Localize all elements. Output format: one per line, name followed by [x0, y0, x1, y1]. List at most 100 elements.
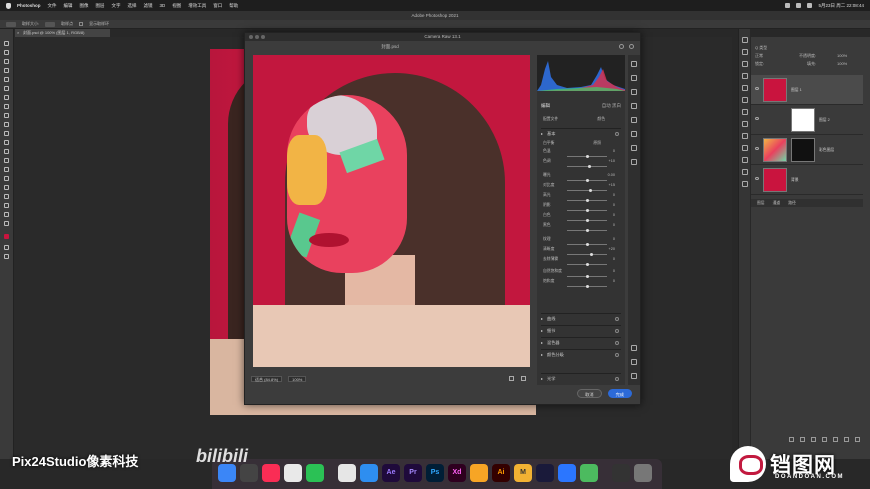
- opacity-value[interactable]: 100%: [837, 53, 847, 58]
- music-icon[interactable]: [262, 464, 280, 482]
- section-color-grading[interactable]: 颜色分级: [541, 349, 621, 360]
- menu-3d[interactable]: 3D: [160, 3, 166, 8]
- trash-icon[interactable]: [634, 464, 652, 482]
- fullscreen-icon[interactable]: [629, 44, 634, 49]
- eye-icon[interactable]: [615, 317, 619, 321]
- wechat-icon[interactable]: [306, 464, 324, 482]
- quick-mask-icon[interactable]: [3, 245, 10, 251]
- close-window-icon[interactable]: [249, 35, 253, 39]
- healing-tool-icon[interactable]: [3, 104, 10, 110]
- menu-edit[interactable]: 编辑: [64, 3, 73, 9]
- slider-knob[interactable]: [585, 262, 589, 266]
- zoom-tool-icon[interactable]: [3, 221, 10, 227]
- stamp-tool-icon[interactable]: [3, 122, 10, 128]
- dodge-tool-icon[interactable]: [3, 167, 10, 173]
- actions-panel-icon[interactable]: [742, 169, 748, 175]
- shape-tool-icon[interactable]: [3, 203, 10, 209]
- layer-row[interactable]: 图层 1: [751, 75, 863, 105]
- layer-row[interactable]: 图层 2: [751, 105, 863, 135]
- spot-removal-icon[interactable]: [631, 89, 637, 95]
- settings-gear-icon[interactable]: [619, 44, 624, 49]
- slider-value[interactable]: 0.00: [608, 173, 615, 177]
- eye-icon[interactable]: [615, 353, 619, 357]
- move-tool-icon[interactable]: [3, 41, 10, 47]
- zoom-fit-select[interactable]: 适合 (84.8%): [251, 376, 283, 382]
- blur-tool-icon[interactable]: [3, 158, 10, 164]
- before-after-icon[interactable]: [509, 376, 514, 381]
- menu-image[interactable]: 图像: [80, 3, 89, 9]
- trash-icon[interactable]: [855, 437, 860, 442]
- brush-panel-icon[interactable]: [742, 109, 748, 115]
- slider-knob[interactable]: [585, 198, 589, 202]
- slider-knob[interactable]: [585, 208, 589, 212]
- cursor-app-icon[interactable]: [580, 464, 598, 482]
- add-mask-icon[interactable]: [811, 437, 816, 442]
- eye-icon[interactable]: [615, 132, 619, 136]
- menu-help[interactable]: 帮助: [229, 3, 238, 9]
- zoom-percent-select[interactable]: 100%: [288, 376, 307, 382]
- eye-icon[interactable]: [755, 177, 759, 180]
- slider-value[interactable]: 0: [613, 237, 615, 241]
- layer-style-icon[interactable]: [800, 437, 805, 442]
- slider-track[interactable]: [567, 284, 607, 288]
- battery-icon[interactable]: [796, 3, 802, 8]
- section-detail[interactable]: 细节: [541, 325, 621, 336]
- marquee-tool-icon[interactable]: [3, 50, 10, 56]
- search-icon[interactable]: [807, 3, 813, 8]
- illustrator-icon[interactable]: Ai: [492, 464, 510, 482]
- slider-knob[interactable]: [585, 154, 589, 158]
- section-basic[interactable]: 基本: [541, 128, 621, 139]
- slider-value[interactable]: 0: [613, 149, 615, 153]
- quick-select-tool-icon[interactable]: [3, 68, 10, 74]
- profile-select[interactable]: 颜色: [597, 117, 605, 122]
- crop-tool-icon[interactable]: [3, 77, 10, 83]
- slider-knob[interactable]: [585, 242, 589, 246]
- eye-icon[interactable]: [615, 341, 619, 345]
- auto-button[interactable]: 自动: [602, 103, 611, 108]
- bw-button[interactable]: 黑白: [612, 103, 621, 108]
- menu-select[interactable]: 选择: [128, 3, 137, 9]
- cinema4d-icon[interactable]: [536, 464, 554, 482]
- sample-size-value[interactable]: 取样点: [61, 21, 73, 27]
- cancel-button[interactable]: 取消: [577, 389, 602, 398]
- slider-value[interactable]: 0: [613, 203, 615, 207]
- minimize-window-icon[interactable]: [255, 35, 259, 39]
- layer-row[interactable]: 背景: [751, 165, 863, 195]
- menu-type[interactable]: 文字: [112, 3, 121, 9]
- screen-mode-icon[interactable]: [3, 254, 10, 260]
- info-panel-icon[interactable]: [742, 145, 748, 151]
- slider-value[interactable]: 0: [613, 269, 615, 273]
- frame-tool-icon[interactable]: [3, 86, 10, 92]
- slider-track[interactable]: [567, 208, 607, 212]
- slider-knob[interactable]: [585, 228, 589, 232]
- menu-view[interactable]: 视图: [172, 3, 181, 9]
- slider-knob[interactable]: [585, 178, 589, 182]
- slider-value[interactable]: 0: [613, 223, 615, 227]
- group-icon[interactable]: [833, 437, 838, 442]
- premiere-icon[interactable]: Pr: [404, 464, 422, 482]
- done-button[interactable]: 完成: [607, 389, 632, 398]
- color-panel-icon[interactable]: [742, 85, 748, 91]
- menu-layer[interactable]: 图层: [96, 3, 105, 9]
- path-select-tool-icon[interactable]: [3, 194, 10, 200]
- menu-window[interactable]: 窗口: [213, 3, 222, 9]
- type-tool-icon[interactable]: [3, 185, 10, 191]
- lasso-tool-icon[interactable]: [3, 59, 10, 65]
- new-layer-icon[interactable]: [844, 437, 849, 442]
- hand-tool-icon[interactable]: [3, 212, 10, 218]
- slider-knob[interactable]: [587, 164, 591, 168]
- section-color-mixer[interactable]: 混色器: [541, 337, 621, 348]
- close-tab-icon[interactable]: ×: [17, 29, 19, 37]
- slider-value[interactable]: +15: [609, 183, 615, 187]
- slider-value[interactable]: +10: [609, 159, 615, 163]
- browser-icon[interactable]: [360, 464, 378, 482]
- slider-track[interactable]: [567, 242, 607, 246]
- preview-toggle-icon[interactable]: [521, 376, 526, 381]
- navigator-panel-icon[interactable]: [742, 157, 748, 163]
- slider-value[interactable]: 0: [613, 213, 615, 217]
- sketch-icon[interactable]: [470, 464, 488, 482]
- eye-icon[interactable]: [755, 147, 759, 150]
- menu-filter[interactable]: 滤镜: [144, 3, 153, 9]
- layer-row[interactable]: 彩色图层: [751, 135, 863, 165]
- tab-channels[interactable]: 通道: [773, 199, 781, 207]
